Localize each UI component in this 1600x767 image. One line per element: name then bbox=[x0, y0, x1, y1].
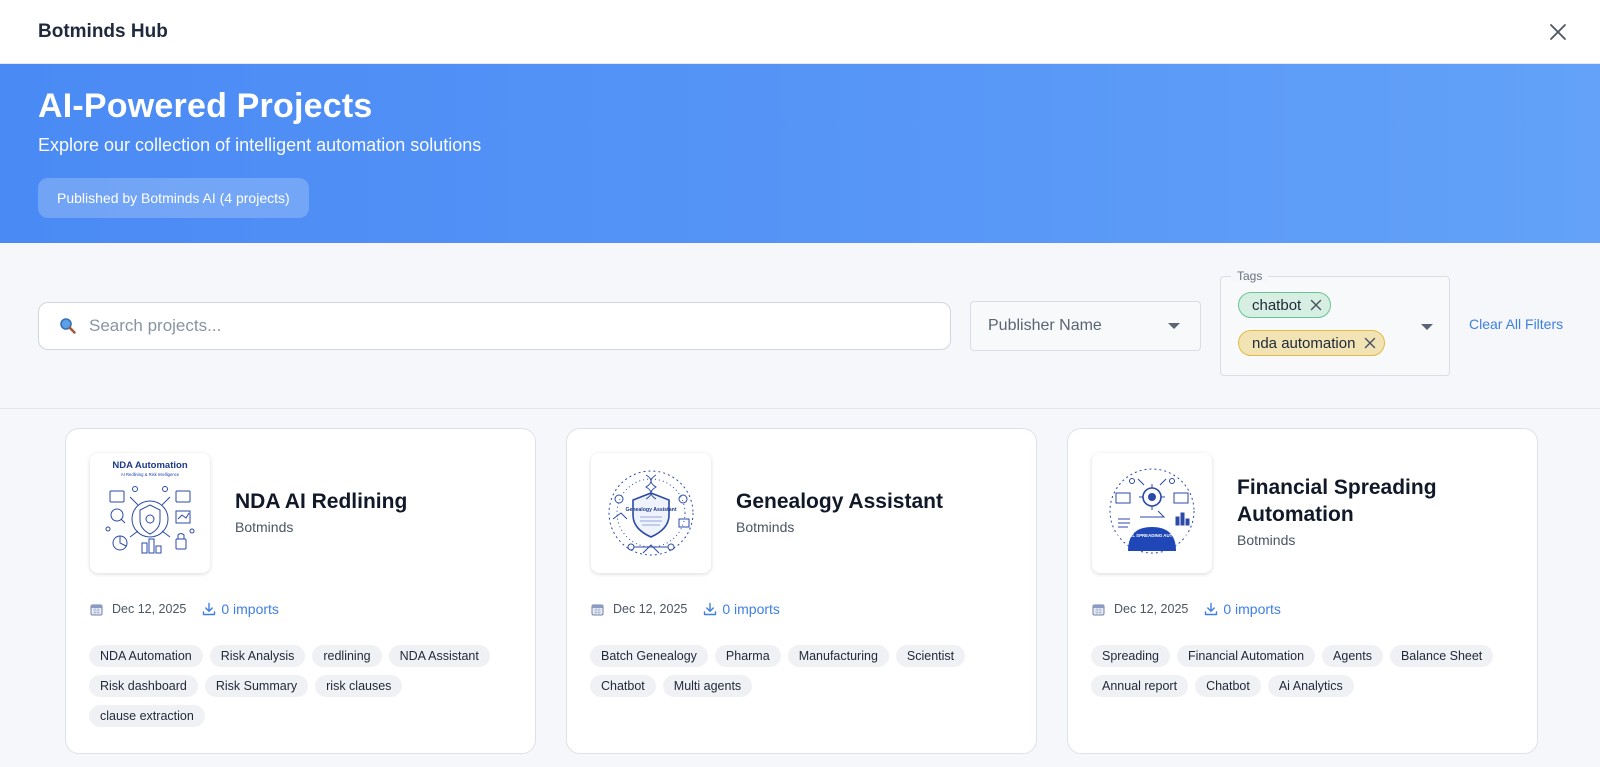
thumbnail-subheading: AI Redlining & Risk Intelligence bbox=[121, 472, 180, 477]
chevron-down-icon[interactable] bbox=[1421, 324, 1433, 330]
project-tag[interactable]: Risk dashboard bbox=[89, 675, 198, 697]
project-publisher: Botminds bbox=[235, 519, 294, 535]
imports-link[interactable]: 0 imports bbox=[1204, 601, 1281, 617]
project-meta: Dec 12, 2025 0 imports bbox=[90, 601, 279, 617]
imports-link[interactable]: 0 imports bbox=[202, 601, 279, 617]
project-title[interactable]: Genealogy Assistant bbox=[736, 488, 1006, 515]
thumbnail-heading: NDA Automation bbox=[112, 460, 187, 471]
project-thumbnail: NDA Automation AI Redlining & Risk Intel… bbox=[90, 453, 210, 573]
calendar-icon bbox=[1092, 604, 1105, 615]
project-meta: Dec 12, 2025 0 imports bbox=[1092, 601, 1281, 617]
download-icon bbox=[1205, 602, 1218, 616]
project-tag[interactable]: Balance Sheet bbox=[1389, 645, 1494, 667]
project-date: Dec 12, 2025 bbox=[613, 602, 688, 616]
download-icon bbox=[203, 602, 216, 616]
project-tag[interactable]: clause extraction bbox=[89, 705, 205, 727]
project-tag[interactable]: Financial Automation bbox=[1177, 645, 1316, 667]
project-tag[interactable]: redlining bbox=[312, 645, 382, 667]
remove-tag-button[interactable] bbox=[1364, 337, 1376, 349]
project-tag[interactable]: Annual report bbox=[1091, 675, 1189, 697]
publisher-badge[interactable]: Published by Botminds AI (4 projects) bbox=[38, 177, 309, 218]
project-date: Dec 12, 2025 bbox=[112, 602, 187, 616]
project-grid: NDA Automation AI Redlining & Risk Intel… bbox=[0, 428, 1600, 767]
publisher-select-label: Publisher Name bbox=[988, 317, 1102, 334]
tag-chip-chatbot: chatbot bbox=[1238, 292, 1332, 318]
project-tag[interactable]: Ai Analytics bbox=[1267, 675, 1354, 697]
project-tag[interactable]: Manufacturing bbox=[787, 645, 889, 667]
search-input[interactable] bbox=[89, 316, 909, 336]
imports-link[interactable]: 0 imports bbox=[703, 601, 780, 617]
chevron-down-icon bbox=[1168, 323, 1180, 329]
tags-label: Tags bbox=[1231, 269, 1269, 283]
clear-all-filters-link[interactable]: Clear All Filters bbox=[1469, 316, 1563, 332]
project-meta: Dec 12, 2025 0 imports bbox=[591, 601, 780, 617]
project-publisher: Botminds bbox=[736, 519, 795, 535]
thumbnail-heading: FINANCIAL SPREADING AUTOMATION bbox=[1111, 533, 1192, 538]
financial-illustration-icon: FINANCIAL SPREADING AUTOMATION bbox=[1109, 468, 1195, 554]
page-title: AI-Powered Projects bbox=[38, 87, 373, 125]
tags-select[interactable]: Tags chatbot nda automation bbox=[1220, 269, 1450, 376]
project-card[interactable]: Genealogy Assistant Genealogy Assistant … bbox=[566, 428, 1037, 754]
calendar-icon bbox=[591, 604, 604, 615]
project-tag[interactable]: Risk Analysis bbox=[209, 645, 306, 667]
calendar-icon bbox=[90, 604, 103, 615]
close-button[interactable] bbox=[1544, 18, 1572, 46]
project-tag[interactable]: NDA Automation bbox=[89, 645, 203, 667]
window-titlebar: Botminds Hub bbox=[0, 0, 1600, 64]
imports-count: 0 imports bbox=[1223, 601, 1281, 617]
project-tag-list: Spreading Financial Automation Agents Ba… bbox=[1091, 645, 1521, 697]
project-tag[interactable]: Multi agents bbox=[662, 675, 753, 697]
project-tag[interactable]: Pharma bbox=[714, 645, 781, 667]
project-thumbnail: FINANCIAL SPREADING AUTOMATION bbox=[1092, 453, 1212, 573]
filter-bar: Publisher Name Tags chatbot nda automati… bbox=[0, 243, 1600, 409]
thumbnail-heading: Genealogy Assistant bbox=[625, 507, 676, 513]
project-tag[interactable]: Risk Summary bbox=[204, 675, 309, 697]
project-title[interactable]: NDA AI Redlining bbox=[235, 488, 505, 515]
project-card[interactable]: NDA Automation AI Redlining & Risk Intel… bbox=[65, 428, 536, 754]
imports-count: 0 imports bbox=[722, 601, 780, 617]
publisher-select[interactable]: Publisher Name bbox=[970, 301, 1201, 351]
tag-chip-nda-automation: nda automation bbox=[1238, 330, 1386, 356]
remove-tag-button[interactable] bbox=[1310, 299, 1322, 311]
download-icon bbox=[704, 602, 717, 616]
close-icon bbox=[1550, 23, 1566, 40]
project-tag[interactable]: Spreading bbox=[1091, 645, 1170, 667]
project-tag-list: NDA Automation Risk Analysis redlining N… bbox=[89, 645, 519, 727]
tag-chip-label: chatbot bbox=[1252, 296, 1302, 314]
tag-chip-label: nda automation bbox=[1252, 334, 1356, 352]
genealogy-illustration-icon: Genealogy Assistant bbox=[608, 470, 694, 556]
project-card[interactable]: FINANCIAL SPREADING AUTOMATION Financial… bbox=[1067, 428, 1538, 754]
project-publisher: Botminds bbox=[1237, 532, 1296, 548]
project-tag[interactable]: Scientist bbox=[895, 645, 966, 667]
search-box[interactable] bbox=[38, 302, 951, 350]
project-tag[interactable]: risk clauses bbox=[315, 675, 403, 697]
app-title: Botminds Hub bbox=[38, 20, 168, 42]
hero-banner: AI-Powered Projects Explore our collecti… bbox=[0, 64, 1600, 243]
project-thumbnail: Genealogy Assistant bbox=[591, 453, 711, 573]
search-icon bbox=[60, 318, 76, 334]
imports-count: 0 imports bbox=[221, 601, 279, 617]
project-tag[interactable]: Chatbot bbox=[1195, 675, 1261, 697]
close-icon bbox=[1310, 299, 1322, 311]
project-tag[interactable]: Batch Genealogy bbox=[590, 645, 708, 667]
project-tag[interactable]: Chatbot bbox=[590, 675, 656, 697]
project-tag-list: Batch Genealogy Pharma Manufacturing Sci… bbox=[590, 645, 1020, 697]
close-icon bbox=[1365, 337, 1376, 349]
project-date: Dec 12, 2025 bbox=[1114, 602, 1189, 616]
page-subtitle: Explore our collection of intelligent au… bbox=[38, 134, 482, 155]
project-title[interactable]: Financial Spreading Automation bbox=[1237, 474, 1507, 528]
nda-illustration-icon: NDA Automation AI Redlining & Risk Intel… bbox=[105, 460, 195, 554]
project-tag[interactable]: Agents bbox=[1322, 645, 1383, 667]
project-tag[interactable]: NDA Assistant bbox=[388, 645, 490, 667]
